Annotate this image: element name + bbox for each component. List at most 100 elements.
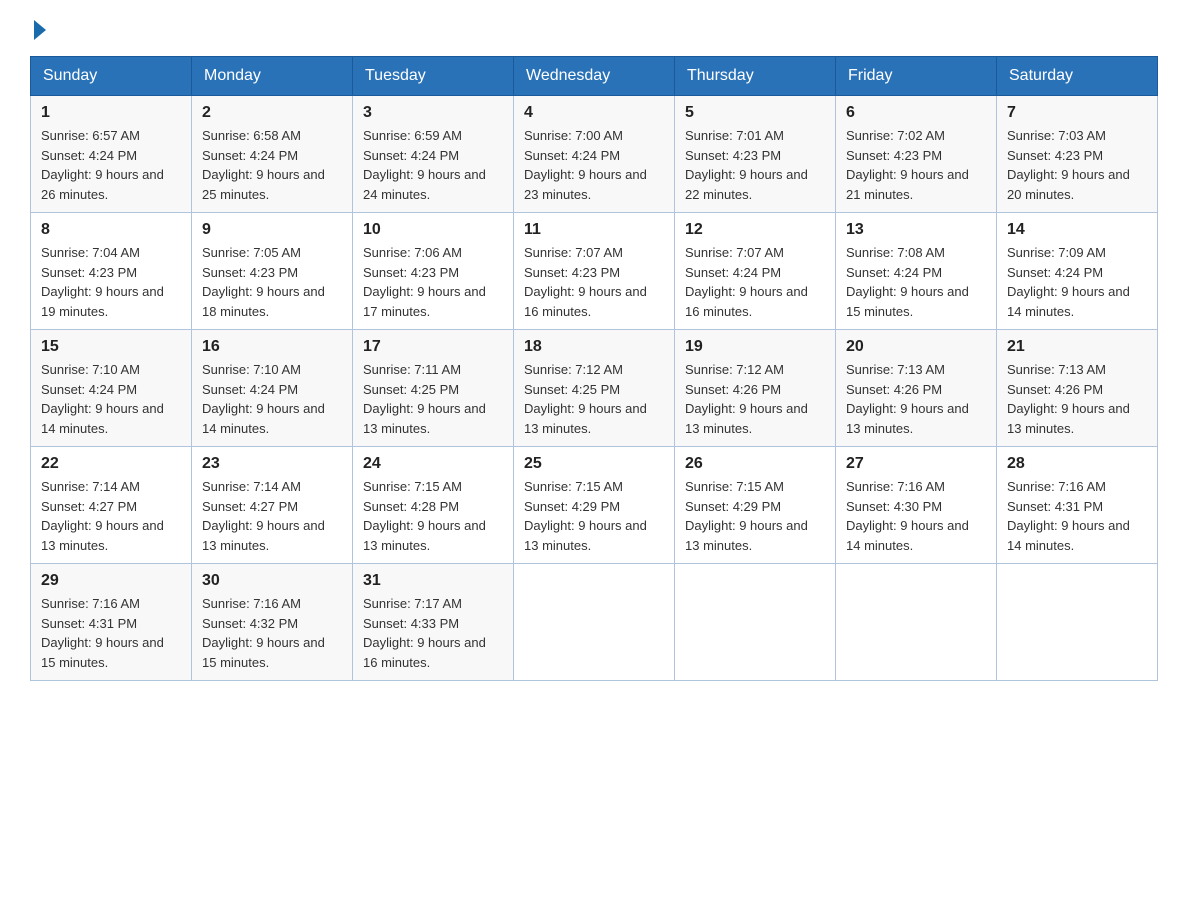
- calendar-week-row: 15 Sunrise: 7:10 AM Sunset: 4:24 PM Dayl…: [31, 330, 1158, 447]
- day-info: Sunrise: 6:58 AM Sunset: 4:24 PM Dayligh…: [202, 126, 342, 204]
- day-number: 24: [363, 455, 503, 473]
- day-number: 4: [524, 104, 664, 122]
- day-number: 19: [685, 338, 825, 356]
- calendar-day-cell: 31 Sunrise: 7:17 AM Sunset: 4:33 PM Dayl…: [353, 564, 514, 681]
- calendar-week-row: 8 Sunrise: 7:04 AM Sunset: 4:23 PM Dayli…: [31, 213, 1158, 330]
- calendar-day-cell: [514, 564, 675, 681]
- calendar-day-cell: 7 Sunrise: 7:03 AM Sunset: 4:23 PM Dayli…: [997, 96, 1158, 213]
- calendar-day-cell: 11 Sunrise: 7:07 AM Sunset: 4:23 PM Dayl…: [514, 213, 675, 330]
- day-of-week-header: Wednesday: [514, 57, 675, 96]
- day-number: 6: [846, 104, 986, 122]
- calendar-day-cell: 5 Sunrise: 7:01 AM Sunset: 4:23 PM Dayli…: [675, 96, 836, 213]
- day-number: 30: [202, 572, 342, 590]
- calendar-day-cell: 21 Sunrise: 7:13 AM Sunset: 4:26 PM Dayl…: [997, 330, 1158, 447]
- calendar-day-cell: 23 Sunrise: 7:14 AM Sunset: 4:27 PM Dayl…: [192, 447, 353, 564]
- day-info: Sunrise: 7:11 AM Sunset: 4:25 PM Dayligh…: [363, 360, 503, 438]
- calendar-day-cell: 24 Sunrise: 7:15 AM Sunset: 4:28 PM Dayl…: [353, 447, 514, 564]
- calendar-day-cell: 26 Sunrise: 7:15 AM Sunset: 4:29 PM Dayl…: [675, 447, 836, 564]
- day-number: 16: [202, 338, 342, 356]
- day-info: Sunrise: 7:02 AM Sunset: 4:23 PM Dayligh…: [846, 126, 986, 204]
- calendar-week-row: 1 Sunrise: 6:57 AM Sunset: 4:24 PM Dayli…: [31, 96, 1158, 213]
- day-info: Sunrise: 7:06 AM Sunset: 4:23 PM Dayligh…: [363, 243, 503, 321]
- day-of-week-header: Tuesday: [353, 57, 514, 96]
- day-info: Sunrise: 7:12 AM Sunset: 4:25 PM Dayligh…: [524, 360, 664, 438]
- day-number: 27: [846, 455, 986, 473]
- day-number: 21: [1007, 338, 1147, 356]
- calendar-week-row: 22 Sunrise: 7:14 AM Sunset: 4:27 PM Dayl…: [31, 447, 1158, 564]
- day-number: 2: [202, 104, 342, 122]
- day-of-week-header: Monday: [192, 57, 353, 96]
- day-info: Sunrise: 7:09 AM Sunset: 4:24 PM Dayligh…: [1007, 243, 1147, 321]
- day-info: Sunrise: 6:59 AM Sunset: 4:24 PM Dayligh…: [363, 126, 503, 204]
- day-info: Sunrise: 7:05 AM Sunset: 4:23 PM Dayligh…: [202, 243, 342, 321]
- calendar-day-cell: 3 Sunrise: 6:59 AM Sunset: 4:24 PM Dayli…: [353, 96, 514, 213]
- day-number: 20: [846, 338, 986, 356]
- day-number: 18: [524, 338, 664, 356]
- day-number: 8: [41, 221, 181, 239]
- day-number: 5: [685, 104, 825, 122]
- day-info: Sunrise: 7:15 AM Sunset: 4:29 PM Dayligh…: [685, 477, 825, 555]
- calendar-day-cell: 12 Sunrise: 7:07 AM Sunset: 4:24 PM Dayl…: [675, 213, 836, 330]
- day-info: Sunrise: 7:13 AM Sunset: 4:26 PM Dayligh…: [1007, 360, 1147, 438]
- day-number: 11: [524, 221, 664, 239]
- day-of-week-header: Friday: [836, 57, 997, 96]
- day-info: Sunrise: 7:15 AM Sunset: 4:28 PM Dayligh…: [363, 477, 503, 555]
- calendar-day-cell: 13 Sunrise: 7:08 AM Sunset: 4:24 PM Dayl…: [836, 213, 997, 330]
- day-info: Sunrise: 7:08 AM Sunset: 4:24 PM Dayligh…: [846, 243, 986, 321]
- logo: [30, 20, 46, 36]
- day-of-week-header: Thursday: [675, 57, 836, 96]
- day-number: 14: [1007, 221, 1147, 239]
- calendar-day-cell: 29 Sunrise: 7:16 AM Sunset: 4:31 PM Dayl…: [31, 564, 192, 681]
- calendar-day-cell: [997, 564, 1158, 681]
- day-number: 10: [363, 221, 503, 239]
- calendar-day-cell: [675, 564, 836, 681]
- calendar-day-cell: 18 Sunrise: 7:12 AM Sunset: 4:25 PM Dayl…: [514, 330, 675, 447]
- calendar-day-cell: 9 Sunrise: 7:05 AM Sunset: 4:23 PM Dayli…: [192, 213, 353, 330]
- calendar-day-cell: 8 Sunrise: 7:04 AM Sunset: 4:23 PM Dayli…: [31, 213, 192, 330]
- calendar-day-cell: 28 Sunrise: 7:16 AM Sunset: 4:31 PM Dayl…: [997, 447, 1158, 564]
- logo-triangle-icon: [34, 20, 46, 40]
- day-number: 28: [1007, 455, 1147, 473]
- day-info: Sunrise: 6:57 AM Sunset: 4:24 PM Dayligh…: [41, 126, 181, 204]
- calendar-day-cell: 2 Sunrise: 6:58 AM Sunset: 4:24 PM Dayli…: [192, 96, 353, 213]
- days-of-week-row: SundayMondayTuesdayWednesdayThursdayFrid…: [31, 57, 1158, 96]
- calendar-day-cell: 16 Sunrise: 7:10 AM Sunset: 4:24 PM Dayl…: [192, 330, 353, 447]
- day-number: 23: [202, 455, 342, 473]
- day-info: Sunrise: 7:13 AM Sunset: 4:26 PM Dayligh…: [846, 360, 986, 438]
- day-info: Sunrise: 7:16 AM Sunset: 4:31 PM Dayligh…: [1007, 477, 1147, 555]
- day-info: Sunrise: 7:16 AM Sunset: 4:30 PM Dayligh…: [846, 477, 986, 555]
- day-info: Sunrise: 7:14 AM Sunset: 4:27 PM Dayligh…: [41, 477, 181, 555]
- day-of-week-header: Saturday: [997, 57, 1158, 96]
- calendar-day-cell: 10 Sunrise: 7:06 AM Sunset: 4:23 PM Dayl…: [353, 213, 514, 330]
- day-info: Sunrise: 7:01 AM Sunset: 4:23 PM Dayligh…: [685, 126, 825, 204]
- day-number: 9: [202, 221, 342, 239]
- calendar-body: 1 Sunrise: 6:57 AM Sunset: 4:24 PM Dayli…: [31, 96, 1158, 681]
- day-number: 29: [41, 572, 181, 590]
- day-of-week-header: Sunday: [31, 57, 192, 96]
- day-info: Sunrise: 7:00 AM Sunset: 4:24 PM Dayligh…: [524, 126, 664, 204]
- calendar-day-cell: 17 Sunrise: 7:11 AM Sunset: 4:25 PM Dayl…: [353, 330, 514, 447]
- calendar-day-cell: 20 Sunrise: 7:13 AM Sunset: 4:26 PM Dayl…: [836, 330, 997, 447]
- day-number: 31: [363, 572, 503, 590]
- day-info: Sunrise: 7:10 AM Sunset: 4:24 PM Dayligh…: [41, 360, 181, 438]
- day-number: 25: [524, 455, 664, 473]
- day-info: Sunrise: 7:04 AM Sunset: 4:23 PM Dayligh…: [41, 243, 181, 321]
- calendar-header: SundayMondayTuesdayWednesdayThursdayFrid…: [31, 57, 1158, 96]
- page-header: [30, 20, 1158, 36]
- calendar-day-cell: [836, 564, 997, 681]
- day-number: 15: [41, 338, 181, 356]
- calendar-day-cell: 27 Sunrise: 7:16 AM Sunset: 4:30 PM Dayl…: [836, 447, 997, 564]
- day-number: 22: [41, 455, 181, 473]
- day-info: Sunrise: 7:12 AM Sunset: 4:26 PM Dayligh…: [685, 360, 825, 438]
- day-info: Sunrise: 7:03 AM Sunset: 4:23 PM Dayligh…: [1007, 126, 1147, 204]
- day-number: 26: [685, 455, 825, 473]
- day-number: 12: [685, 221, 825, 239]
- calendar-day-cell: 25 Sunrise: 7:15 AM Sunset: 4:29 PM Dayl…: [514, 447, 675, 564]
- day-number: 7: [1007, 104, 1147, 122]
- calendar-day-cell: 22 Sunrise: 7:14 AM Sunset: 4:27 PM Dayl…: [31, 447, 192, 564]
- calendar-day-cell: 4 Sunrise: 7:00 AM Sunset: 4:24 PM Dayli…: [514, 96, 675, 213]
- day-number: 17: [363, 338, 503, 356]
- calendar-week-row: 29 Sunrise: 7:16 AM Sunset: 4:31 PM Dayl…: [31, 564, 1158, 681]
- day-info: Sunrise: 7:16 AM Sunset: 4:32 PM Dayligh…: [202, 594, 342, 672]
- day-number: 3: [363, 104, 503, 122]
